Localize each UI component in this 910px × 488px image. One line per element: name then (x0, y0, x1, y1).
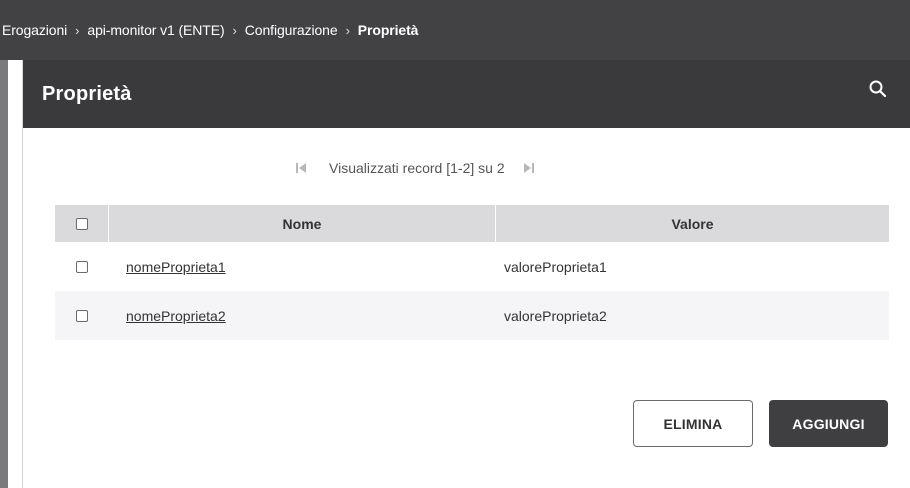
name-cell: nomeProprieta2 (109, 291, 496, 340)
first-page-icon[interactable] (293, 160, 309, 176)
table-header: Nome Valore (55, 205, 889, 242)
breadcrumb-erogazioni[interactable]: Erogazioni (2, 22, 67, 38)
breadcrumb: Erogazioni › api-monitor v1 (ENTE) › Con… (0, 0, 910, 60)
breadcrumb-api-monitor[interactable]: api-monitor v1 (ENTE) (87, 22, 224, 38)
pagination: Visualizzati record [1-2] su 2 (293, 160, 537, 176)
value-cell: valoreProprieta2 (504, 307, 607, 324)
delete-button[interactable]: ELIMINA (633, 400, 753, 447)
select-all-checkbox[interactable] (75, 217, 88, 230)
search-icon (869, 80, 887, 98)
add-button[interactable]: AGGIUNGI (769, 400, 888, 447)
row-select-cell (55, 242, 109, 291)
properties-panel: Proprietà Visualizzati record [1-2] su 2 (22, 60, 910, 488)
column-header-nome[interactable]: Nome (109, 205, 496, 242)
header-select-cell (55, 205, 109, 242)
name-cell: nomeProprieta1 (109, 242, 496, 291)
breadcrumb-current: Proprietà (357, 22, 419, 38)
last-page-icon[interactable] (521, 160, 537, 176)
table-row: nomeProprieta2 valoreProprieta2 (55, 291, 889, 340)
column-header-valore[interactable]: Valore (496, 205, 889, 242)
property-name-link[interactable]: nomeProprieta2 (126, 308, 226, 324)
value-cell: valoreProprieta1 (504, 258, 607, 275)
chevron-right-icon: › (232, 22, 237, 38)
property-name-link[interactable]: nomeProprieta1 (126, 259, 226, 275)
row-checkbox[interactable] (76, 309, 88, 322)
properties-table: Nome Valore nomeProprieta1 valoreProprie… (55, 205, 889, 340)
pagination-info: Visualizzati record [1-2] su 2 (329, 160, 505, 176)
row-checkbox[interactable] (76, 260, 88, 273)
table-row: nomeProprieta1 valoreProprieta1 (55, 242, 889, 291)
chevron-right-icon: › (345, 22, 350, 38)
panel-header: Proprietà (23, 60, 910, 128)
chevron-right-icon: › (75, 22, 80, 38)
breadcrumb-configurazione[interactable]: Configurazione (245, 22, 338, 38)
sidebar-shadow (0, 60, 8, 488)
page-title: Proprietà (42, 82, 132, 105)
page: Erogazioni › api-monitor v1 (ENTE) › Con… (0, 0, 910, 488)
search-button[interactable] (863, 74, 893, 104)
row-select-cell (55, 291, 109, 340)
